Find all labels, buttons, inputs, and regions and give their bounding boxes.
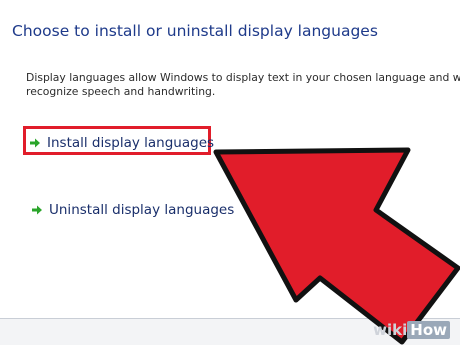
wikihow-watermark: wiki How — [373, 321, 450, 339]
install-display-languages-link[interactable]: Install display languages — [29, 135, 214, 151]
description-text: Display languages allow Windows to displ… — [26, 71, 460, 99]
control-panel-window: Choose to install or uninstall display l… — [0, 0, 460, 319]
description-line-2: recognize speech and handwriting. — [26, 85, 216, 98]
green-arrow-icon — [32, 205, 42, 215]
uninstall-display-languages-link[interactable]: Uninstall display languages — [31, 202, 234, 218]
description-line-1: Display languages allow Windows to displ… — [26, 71, 460, 84]
green-arrow-icon — [30, 138, 40, 148]
uninstall-display-languages-label: Uninstall display languages — [49, 202, 235, 218]
install-display-languages-label: Install display languages — [47, 135, 215, 151]
page-title: Choose to install or uninstall display l… — [12, 22, 378, 40]
